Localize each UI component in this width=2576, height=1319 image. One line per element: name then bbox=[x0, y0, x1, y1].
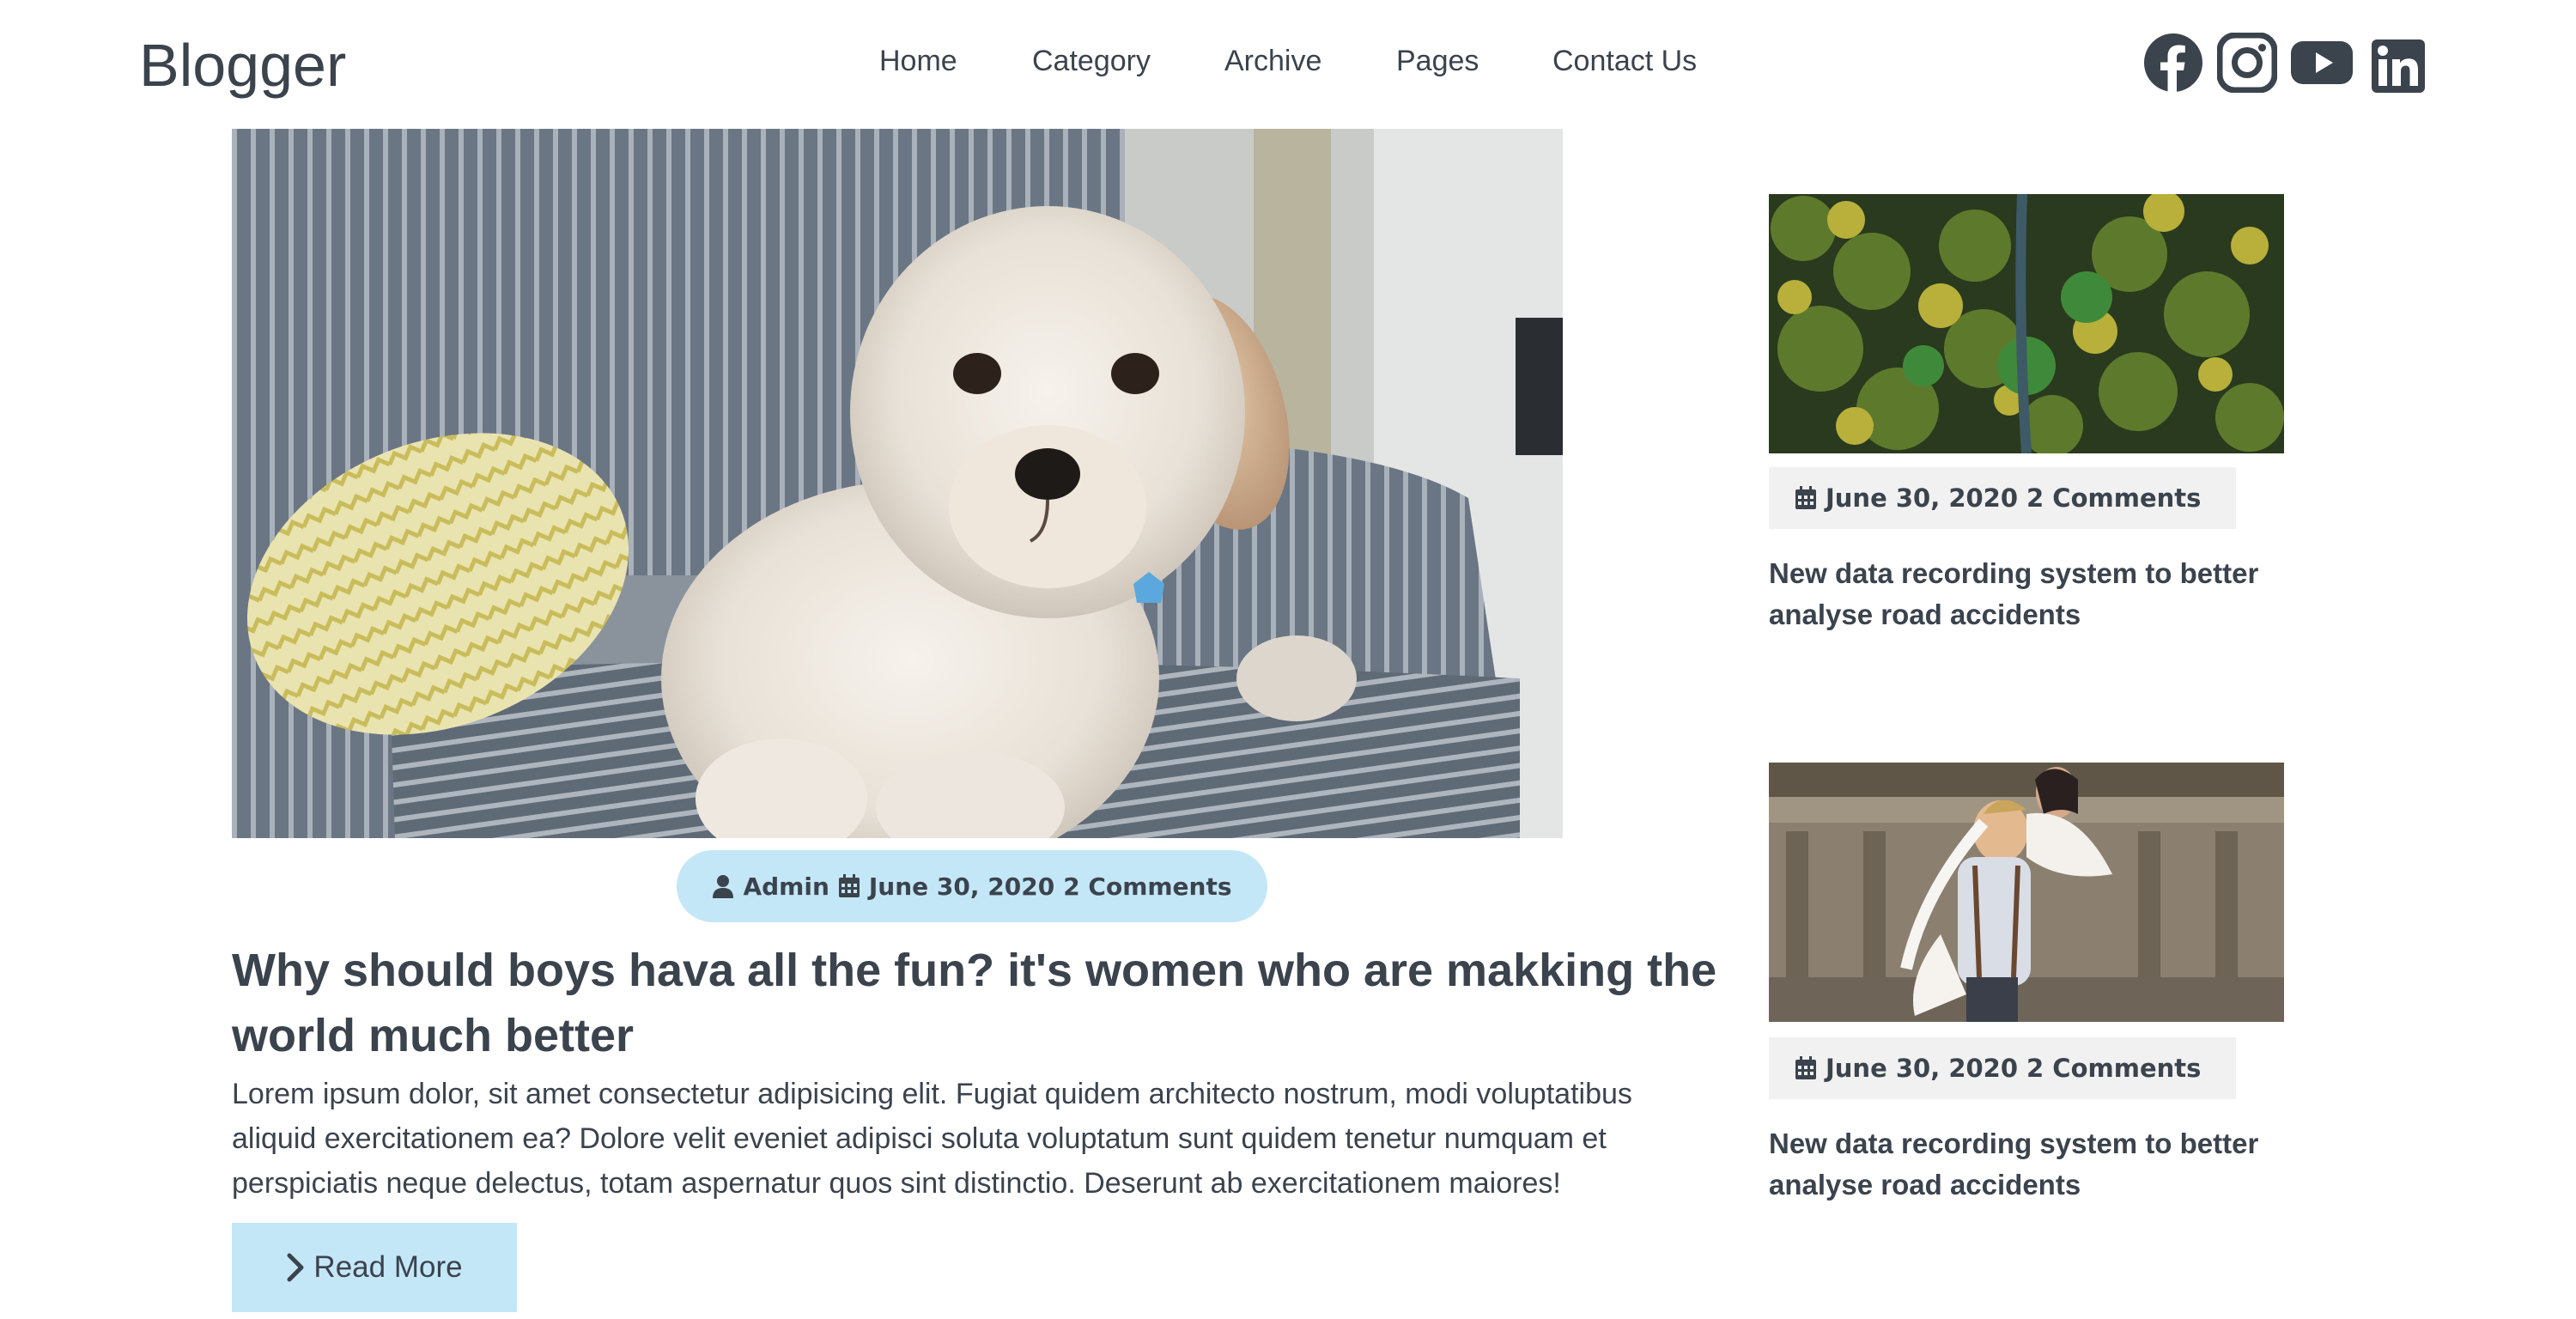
calendar-icon bbox=[838, 874, 860, 898]
instagram-icon[interactable] bbox=[2217, 33, 2277, 93]
sidebar-post-meta: June 30, 2020 2 Comments bbox=[1769, 1037, 2236, 1099]
featured-post-excerpt: Lorem ipsum dolor, sit amet consectetur … bbox=[232, 1078, 1632, 1200]
user-icon bbox=[712, 874, 734, 898]
read-more-button[interactable]: Read More bbox=[232, 1223, 517, 1312]
featured-post-meta: Admin June 30, 2020 2 Comments bbox=[677, 850, 1267, 922]
nav-home[interactable]: Home bbox=[879, 45, 957, 78]
sidebar-post-date: June 30, 2020 bbox=[1826, 1054, 2019, 1083]
post-date: June 30, 2020 bbox=[868, 872, 1055, 901]
linkedin-icon[interactable] bbox=[2372, 33, 2425, 93]
calendar-icon bbox=[1795, 486, 1817, 510]
sidebar-post-date: June 30, 2020 bbox=[1826, 483, 2019, 513]
youtube-icon[interactable] bbox=[2291, 33, 2353, 93]
sidebar-post-meta: June 30, 2020 2 Comments bbox=[1769, 467, 2236, 529]
featured-post-image[interactable] bbox=[232, 129, 1563, 838]
calendar-icon bbox=[1795, 1056, 1817, 1080]
sidebar-post-title[interactable]: New data recording system to better anal… bbox=[1769, 553, 2336, 635]
site-logo[interactable]: Blogger bbox=[139, 31, 346, 100]
nav-contact-us[interactable]: Contact Us bbox=[1552, 45, 1697, 78]
featured-post-title[interactable]: Why should boys hava all the fun? it's w… bbox=[232, 938, 1726, 1068]
sidebar-post-image[interactable] bbox=[1769, 194, 2284, 453]
sidebar-post-title[interactable]: New data recording system to better anal… bbox=[1769, 1123, 2336, 1206]
post-comments[interactable]: 2 Comments bbox=[1063, 872, 1231, 901]
nav-category[interactable]: Category bbox=[1032, 45, 1151, 78]
nav-pages[interactable]: Pages bbox=[1396, 45, 1479, 78]
read-more-label: Read More bbox=[313, 1250, 463, 1284]
sidebar-post-comments[interactable]: 2 Comments bbox=[2026, 483, 2201, 513]
nav-archive[interactable]: Archive bbox=[1224, 45, 1321, 78]
facebook-icon[interactable] bbox=[2143, 33, 2203, 93]
post-author[interactable]: Admin bbox=[743, 872, 829, 901]
sidebar-post-image[interactable] bbox=[1769, 763, 2284, 1022]
sidebar-post-comments[interactable]: 2 Comments bbox=[2026, 1054, 2201, 1083]
chevron-right-icon bbox=[286, 1253, 305, 1282]
page: Blogger Home Category Archive Pages Cont… bbox=[0, 0, 2576, 1319]
